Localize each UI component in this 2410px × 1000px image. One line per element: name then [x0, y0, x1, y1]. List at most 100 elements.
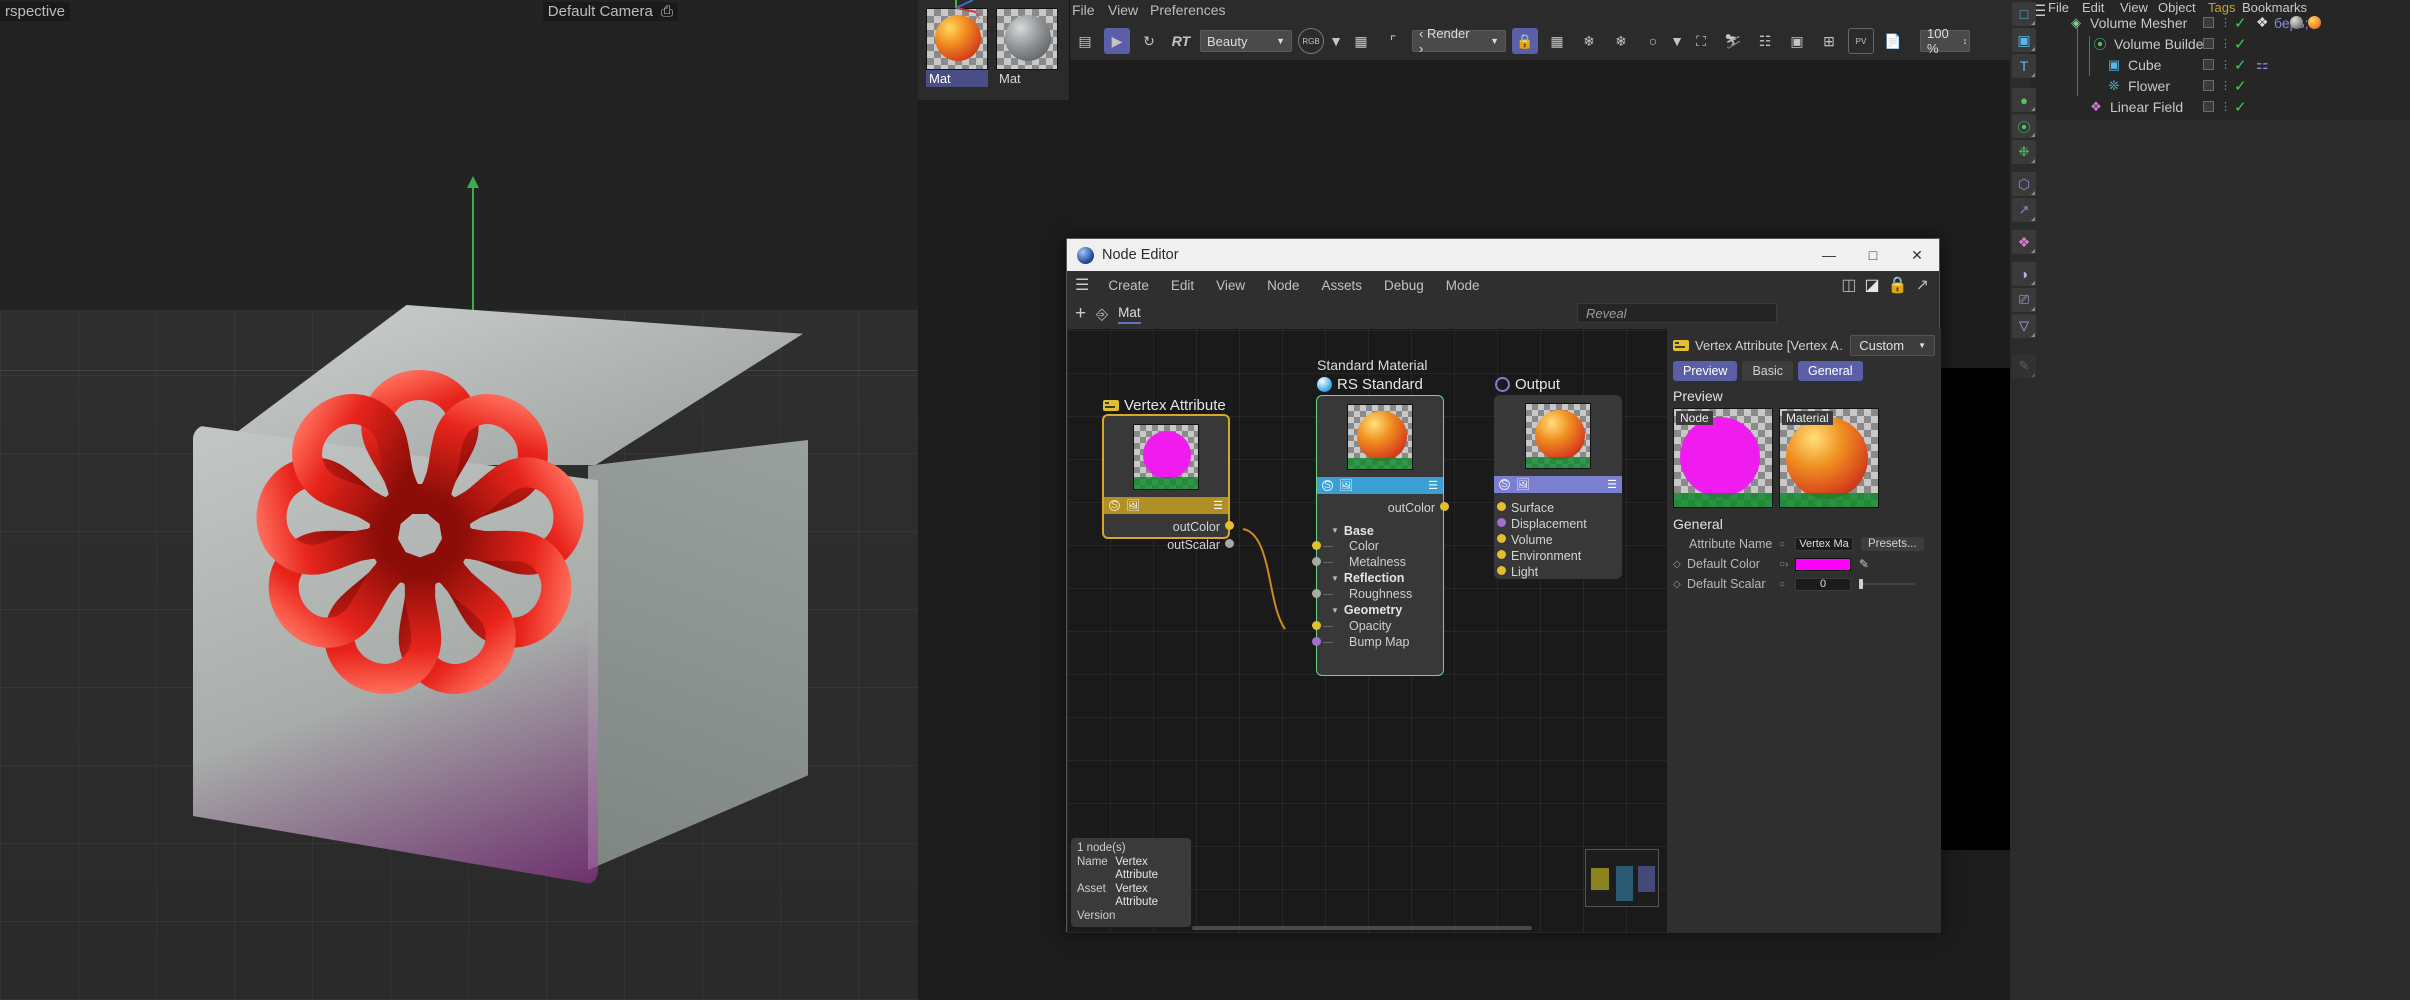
lock-icon[interactable]: 🔒 — [1512, 28, 1538, 54]
node-editor-menubar[interactable]: ☰ Create Edit View Node Assets Debug Mod… — [1067, 271, 1939, 299]
ne-menu-mode[interactable]: Mode — [1435, 278, 1491, 293]
picture-viewer-toolbar[interactable]: File View Preferences ▤ ▶ ↻ RT Beauty ▼ … — [1070, 0, 2010, 60]
rgb-icon[interactable]: RGB — [1298, 28, 1324, 54]
node-editor-window[interactable]: Node Editor — □ ✕ ☰ Create Edit View Nod… — [1066, 238, 1941, 933]
om-row-volume-builder[interactable]: ⦿ Volume Builder ⋮ ✓ — [2092, 33, 2246, 54]
dither-icon[interactable]: ▦ — [1348, 28, 1374, 54]
om-row-dots[interactable]: ⋮ — [2220, 58, 2231, 71]
grid-icon[interactable]: ▦ — [1544, 28, 1570, 54]
om-row-linear-field[interactable]: ❖ Linear Field ⋮ ✓ — [2088, 96, 2246, 117]
popout-icon[interactable]: ↗ — [1916, 275, 1929, 295]
keyframe-icon[interactable]: ◇ — [1673, 579, 1687, 590]
node-rs-standard[interactable]: S 🖼 ☰ outColor ▼ Base Color Metalness ▼ … — [1312, 395, 1449, 676]
pv-icon[interactable]: PV — [1848, 28, 1874, 54]
noise-tag-icon[interactable]: ❖ — [2256, 14, 2269, 31]
material-swatch[interactable]: Mat — [996, 8, 1058, 87]
om-row-enable[interactable]: ✓ — [2234, 56, 2247, 74]
om-row-dots[interactable]: ⋮ — [2220, 37, 2231, 50]
ne-menu-debug[interactable]: Debug — [1373, 278, 1435, 293]
pv-menu-file[interactable]: File — [1072, 2, 1095, 18]
port-bump-map[interactable]: Bump Map — [1312, 634, 1443, 650]
node-inspector[interactable]: Vertex Attribute [Vertex A… Custom ▼ Pre… — [1667, 329, 1941, 933]
rt-icon[interactable]: RT — [1168, 28, 1194, 54]
ne-menu-node[interactable]: Node — [1256, 278, 1310, 293]
om-row-cube[interactable]: ▣ Cube ⋮ ✓ ⚏ — [2106, 54, 2269, 75]
om-menu-tags[interactable]: Tags — [2208, 0, 2235, 15]
group-reflection[interactable]: ▼ Reflection — [1331, 570, 1443, 586]
plus-icon[interactable]: + — [1075, 304, 1086, 323]
om-row-enable[interactable]: ✓ — [2234, 14, 2247, 32]
node-output[interactable]: S 🖼 ☰ Surface Displacement Volume Enviro… — [1494, 395, 1622, 579]
node-options-icon[interactable]: ☰ — [1607, 478, 1617, 491]
port-outcolor[interactable]: outColor — [1104, 520, 1234, 534]
node-header-bar[interactable]: S 🖼 ☰ — [1104, 497, 1228, 514]
image-icon[interactable]: 🖼 — [1126, 499, 1140, 512]
port-light[interactable]: Light — [1497, 564, 1622, 580]
om-row-dots[interactable]: ⋮ — [2220, 100, 2231, 113]
text-icon[interactable]: T — [2012, 54, 2036, 78]
inspector-mode-dropdown[interactable]: Custom ▼ — [1850, 335, 1935, 356]
orange-material-tag[interactable] — [2308, 16, 2321, 29]
om-row-toggle[interactable] — [2203, 17, 2214, 28]
inspector-row-default-color[interactable]: ◇ Default Color ○› ✎ — [1673, 556, 1935, 572]
material-manager[interactable]: Mat Mat Y X Z — [918, 0, 1070, 100]
group-base[interactable]: ▼ Base — [1331, 523, 1443, 538]
maximize-icon[interactable]: □ — [1851, 239, 1895, 271]
circle-icon[interactable]: ○ — [1640, 28, 1666, 54]
render-dropdown[interactable]: ‹ Render › ▼ — [1412, 26, 1506, 56]
port-metalness[interactable]: Metalness — [1312, 554, 1443, 570]
snowflake-icon[interactable]: ❄ — [1576, 28, 1602, 54]
pv-menu-view[interactable]: View — [1108, 2, 1138, 18]
pill-preview[interactable]: Preview — [1673, 361, 1738, 381]
chevron-down3-icon[interactable]: ▼ — [1670, 28, 1684, 54]
paint-icon[interactable]: ✎ — [2012, 354, 2036, 378]
volume-builder-icon[interactable]: ⦿ — [2012, 114, 2036, 138]
node-options-icon[interactable]: ☰ — [1213, 499, 1223, 512]
clapperboard-icon[interactable]: ▤ — [1072, 28, 1098, 54]
om-row-dots[interactable]: ⋮ — [2220, 16, 2231, 29]
om-row-toggle[interactable] — [2203, 59, 2214, 70]
minimize-icon[interactable]: — — [1807, 239, 1851, 271]
om-row-flower[interactable]: ❊ Flower ⋮ ✓ — [2106, 75, 2247, 96]
image-icon[interactable]: 🖼 — [1339, 479, 1353, 492]
panel-right-icon[interactable]: ◪ — [1865, 275, 1880, 295]
eyedropper-icon[interactable]: ✎ — [1859, 557, 1869, 571]
port-opacity[interactable]: Opacity — [1312, 618, 1443, 634]
deformer-icon[interactable]: ⬡ — [2012, 172, 2036, 196]
refresh-icon[interactable]: ↻ — [1136, 28, 1162, 54]
default-scalar-input[interactable]: 0 — [1795, 577, 1851, 591]
chevron-down-icon[interactable]: ▼ — [1331, 574, 1339, 583]
node-header-bar[interactable]: S 🖼 ☰ — [1317, 477, 1443, 494]
port-outscalar[interactable]: outScalar — [1104, 538, 1234, 552]
canvas-hscrollbar[interactable] — [1192, 926, 1532, 930]
import-icon[interactable]: ▽ — [2012, 314, 2036, 338]
rect-select-icon[interactable]: □ — [2012, 2, 2036, 26]
cube-primitive-icon[interactable]: ▣ — [2012, 28, 2036, 52]
port-surface[interactable]: Surface — [1497, 500, 1622, 516]
reveal-input[interactable]: Reveal — [1577, 303, 1777, 323]
camera-icon[interactable]: ⎙ — [661, 3, 673, 20]
zoom-stepper[interactable]: 100 % ↕ — [1920, 26, 1970, 56]
tag-icon[interactable]: ⎆ — [1096, 306, 1108, 323]
ne-menu-view[interactable]: View — [1205, 278, 1256, 293]
node-editor-tabbar[interactable]: + ⎆ Mat Reveal — [1067, 299, 1939, 329]
points-mode-icon[interactable]: ● — [2012, 88, 2036, 112]
om-row-toggle[interactable] — [2203, 80, 2214, 91]
light-icon[interactable]: ◑ — [2012, 262, 2036, 286]
beauty-dropdown[interactable]: Beauty ▼ — [1200, 30, 1292, 52]
om-row-volume-mesher[interactable]: ◈ Volume Mesher ⋮ ✓ ❖ берь; — [2068, 12, 2321, 33]
image-add-icon[interactable]: ⊞ — [1816, 28, 1842, 54]
material-name[interactable]: Mat — [996, 70, 1058, 87]
node-editor-titlebar[interactable]: Node Editor — □ ✕ — [1067, 239, 1939, 271]
flag-tag-icon[interactable]: ⚏ — [2256, 56, 2269, 73]
om-menu-bookmarks[interactable]: Bookmarks — [2242, 0, 2307, 15]
node-graph-canvas[interactable]: Vertex Attribute S 🖼 ☰ outColor outScala… — [1067, 329, 1667, 933]
panel-left-icon[interactable]: ◫ — [1841, 275, 1856, 295]
axis-icon[interactable]: ↗ — [2012, 198, 2036, 222]
node-options-icon[interactable]: ☰ — [1428, 479, 1438, 492]
image-icon[interactable]: ▣ — [1784, 28, 1810, 54]
node-minimap[interactable] — [1585, 849, 1659, 907]
port-roughness[interactable]: Roughness — [1312, 586, 1443, 602]
om-row-enable[interactable]: ✓ — [2234, 98, 2247, 116]
camera-icon[interactable]: ⎚ — [2012, 288, 2036, 312]
